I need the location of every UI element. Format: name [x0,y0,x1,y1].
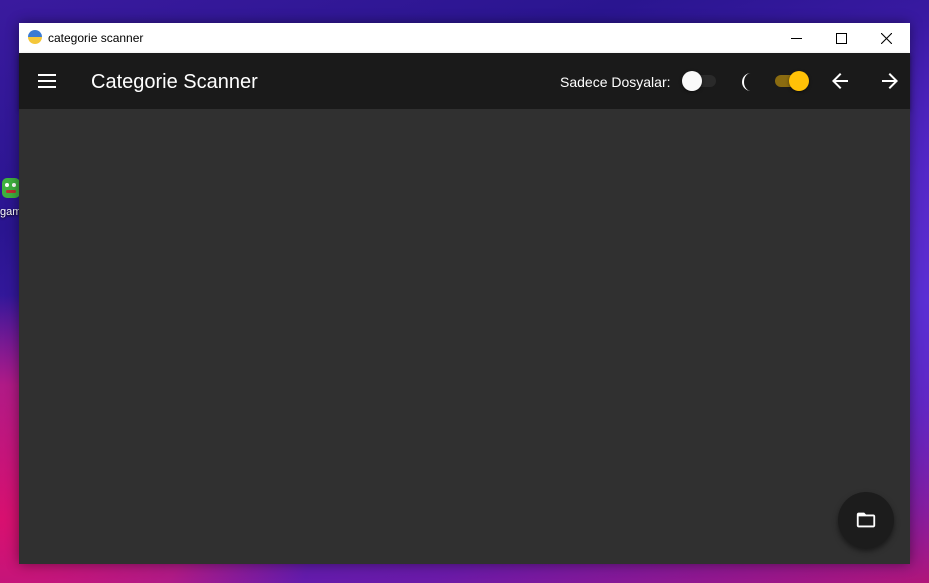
close-button[interactable] [864,23,909,53]
close-icon [881,32,892,44]
dark-mode-switch[interactable] [771,70,811,92]
maximize-button[interactable] [819,23,864,53]
minimize-button[interactable] [774,23,819,53]
window-titlebar[interactable]: categorie scanner [19,23,910,53]
minimize-icon [791,37,802,39]
app-window: categorie scanner Categorie Scanner Sade… [19,23,910,564]
window-title: categorie scanner [48,31,144,45]
switch-thumb [682,71,702,91]
hamburger-menu-icon [38,74,56,88]
open-folder-button[interactable] [838,492,894,548]
moon-icon [742,73,751,91]
files-only-label: Sadece Dosyalar: [560,74,671,90]
files-only-switch[interactable] [680,70,720,92]
switch-thumb [789,71,809,91]
python-app-icon [28,30,42,44]
menu-button[interactable] [35,69,59,93]
game-icon [2,178,20,198]
content-area [19,109,910,564]
arrow-right-icon[interactable] [878,69,902,93]
maximize-icon [836,32,847,44]
arrow-left-icon[interactable] [828,69,852,93]
app-bar: Categorie Scanner Sadece Dosyalar: [19,53,910,109]
page-title: Categorie Scanner [91,71,258,93]
folder-icon [856,512,876,528]
